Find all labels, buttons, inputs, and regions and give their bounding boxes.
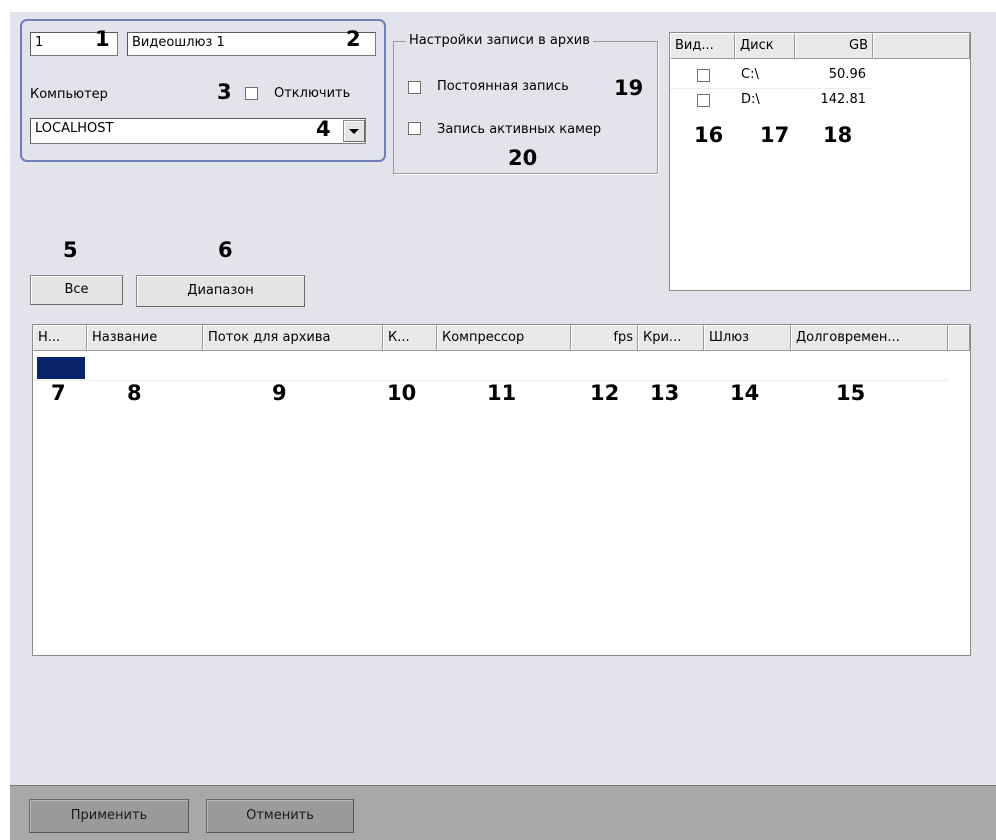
callout-19: 19 (614, 76, 644, 100)
cameras-header-criteria[interactable]: Кри... (638, 325, 704, 351)
callout-18: 18 (823, 123, 853, 147)
callout-5: 5 (63, 238, 78, 262)
disk-size: 142.81 (820, 92, 867, 107)
disk-row[interactable]: C:\ 50.96 (670, 64, 872, 88)
disable-checkbox[interactable] (245, 87, 258, 100)
callout-14: 14 (730, 381, 760, 405)
table-row[interactable] (33, 355, 948, 381)
callout-15: 15 (836, 381, 866, 405)
callout-16: 16 (694, 123, 724, 147)
cameras-header-filler (948, 325, 970, 351)
select-range-button[interactable]: Диапазон (136, 275, 305, 307)
cameras-header-compressor[interactable]: Компрессор (437, 325, 571, 351)
computer-label: Компьютер (30, 87, 108, 102)
callout-11: 11 (487, 381, 517, 405)
cameras-table: Н... Название Поток для архива К... Комп… (32, 324, 971, 656)
callout-8: 8 (127, 381, 142, 405)
active-cameras-checkbox[interactable] (408, 122, 421, 135)
callout-4: 4 (316, 117, 331, 141)
disk-size: 50.96 (828, 67, 866, 82)
chevron-down-icon (349, 129, 359, 134)
callout-6: 6 (218, 238, 233, 262)
cameras-header-gateway[interactable]: Шлюз (704, 325, 791, 351)
disks-header-gb[interactable]: GB (795, 33, 873, 59)
top-edge (10, 0, 996, 12)
cameras-header-number[interactable]: Н... (33, 325, 87, 351)
callout-1: 1 (95, 27, 110, 51)
callout-10: 10 (387, 381, 417, 405)
selected-cell[interactable] (37, 357, 85, 379)
left-edge (0, 0, 10, 840)
disks-header-type[interactable]: Вид... (670, 33, 735, 59)
computer-select-dropdown-button[interactable] (343, 120, 365, 142)
gateway-name-field[interactable]: Видеошлюз 1 (127, 32, 376, 56)
cameras-header-longterm[interactable]: Долговремен... (791, 325, 948, 351)
callout-2: 2 (346, 27, 361, 51)
archive-settings-title: Настройки записи в архив (406, 33, 593, 48)
disks-table: Вид... Диск GB C:\ 50.96 D:\ 142.81 (669, 32, 971, 291)
cancel-button[interactable]: Отменить (206, 799, 354, 833)
disk-name: C:\ (741, 67, 759, 82)
cameras-header-fps[interactable]: fps (571, 325, 638, 351)
disk-use-checkbox[interactable] (697, 69, 710, 82)
callout-13: 13 (650, 381, 680, 405)
callout-7: 7 (51, 381, 66, 405)
cameras-header-name[interactable]: Название (87, 325, 203, 351)
callout-3: 3 (217, 80, 232, 104)
disks-header-disk[interactable]: Диск (735, 33, 795, 59)
callout-12: 12 (590, 381, 620, 405)
disk-name: D:\ (741, 92, 760, 107)
computer-select-value: LOCALHOST (35, 121, 114, 136)
callout-9: 9 (272, 381, 287, 405)
cameras-header-k[interactable]: К... (383, 325, 437, 351)
cameras-header-stream[interactable]: Поток для архива (203, 325, 383, 351)
apply-button[interactable]: Применить (29, 799, 189, 833)
callout-17: 17 (760, 123, 790, 147)
disks-header-filler (873, 33, 970, 59)
permanent-record-label: Постоянная запись (437, 79, 569, 94)
disk-use-checkbox[interactable] (697, 94, 710, 107)
disable-label: Отключить (274, 86, 351, 101)
select-all-button[interactable]: Все (30, 275, 123, 305)
callout-20: 20 (508, 146, 538, 170)
disk-row[interactable]: D:\ 142.81 (670, 88, 872, 112)
active-cameras-label: Запись активных камер (437, 122, 602, 137)
permanent-record-checkbox[interactable] (408, 81, 421, 94)
